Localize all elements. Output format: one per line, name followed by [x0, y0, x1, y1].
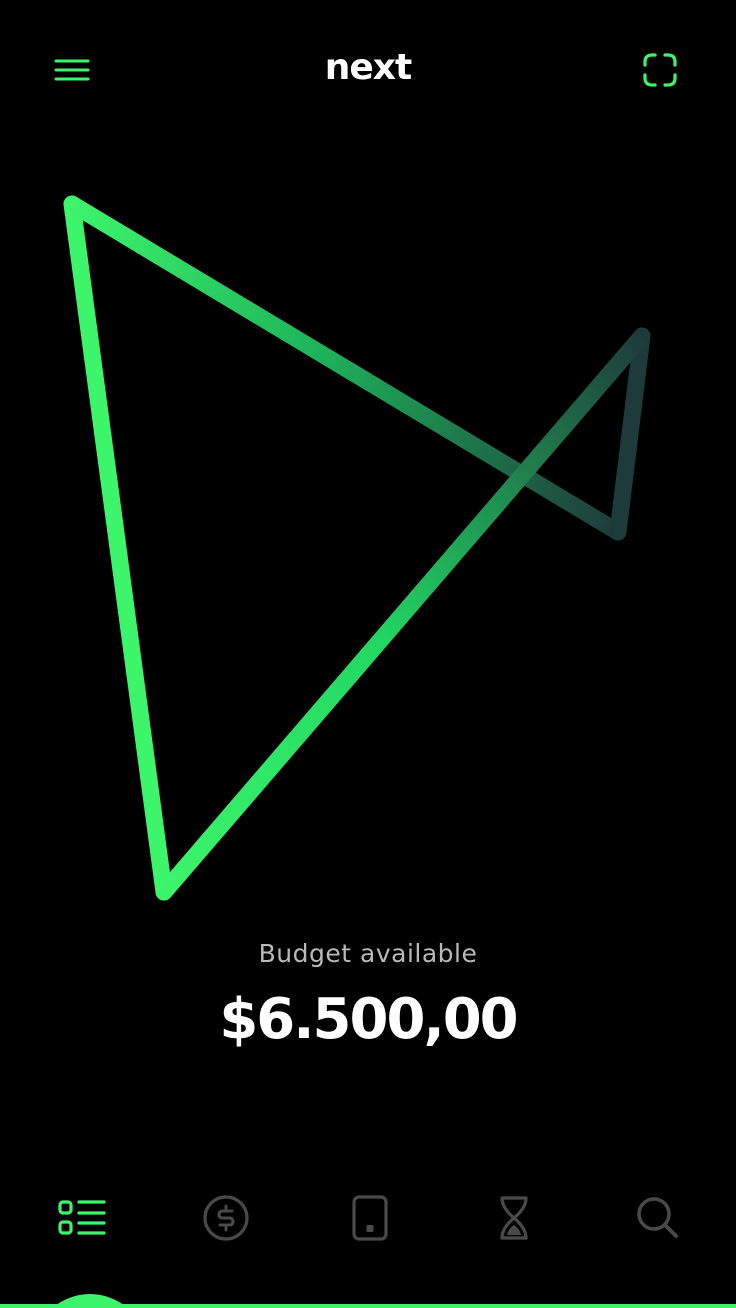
list-icon [58, 1200, 106, 1235]
nav-item-budget[interactable] [190, 1182, 262, 1254]
search-icon [637, 1197, 678, 1238]
app-header: next [0, 0, 736, 140]
phone-card-icon [352, 1195, 388, 1241]
hero-triangle-graphic [63, 195, 651, 901]
hourglass-icon [500, 1196, 528, 1240]
nav-item-list[interactable] [46, 1182, 118, 1254]
nav-item-cards[interactable] [334, 1182, 406, 1254]
scan-button[interactable] [636, 46, 684, 94]
dollar-circle-icon [203, 1195, 249, 1241]
budget-label: Budget available [258, 939, 478, 968]
triangle-edge-top [63, 195, 627, 541]
brand-logo: next [324, 47, 412, 88]
scan-frame-icon [643, 53, 677, 87]
triangle-edge-left [63, 195, 173, 901]
nav-item-history[interactable] [478, 1182, 550, 1254]
bottom-nav [0, 1170, 736, 1270]
triangle-edge-diagonal [155, 327, 651, 901]
active-tab-indicator [0, 1294, 736, 1308]
budget-amount: $6.500,00 [219, 987, 518, 1052]
nav-item-search[interactable] [622, 1182, 694, 1254]
